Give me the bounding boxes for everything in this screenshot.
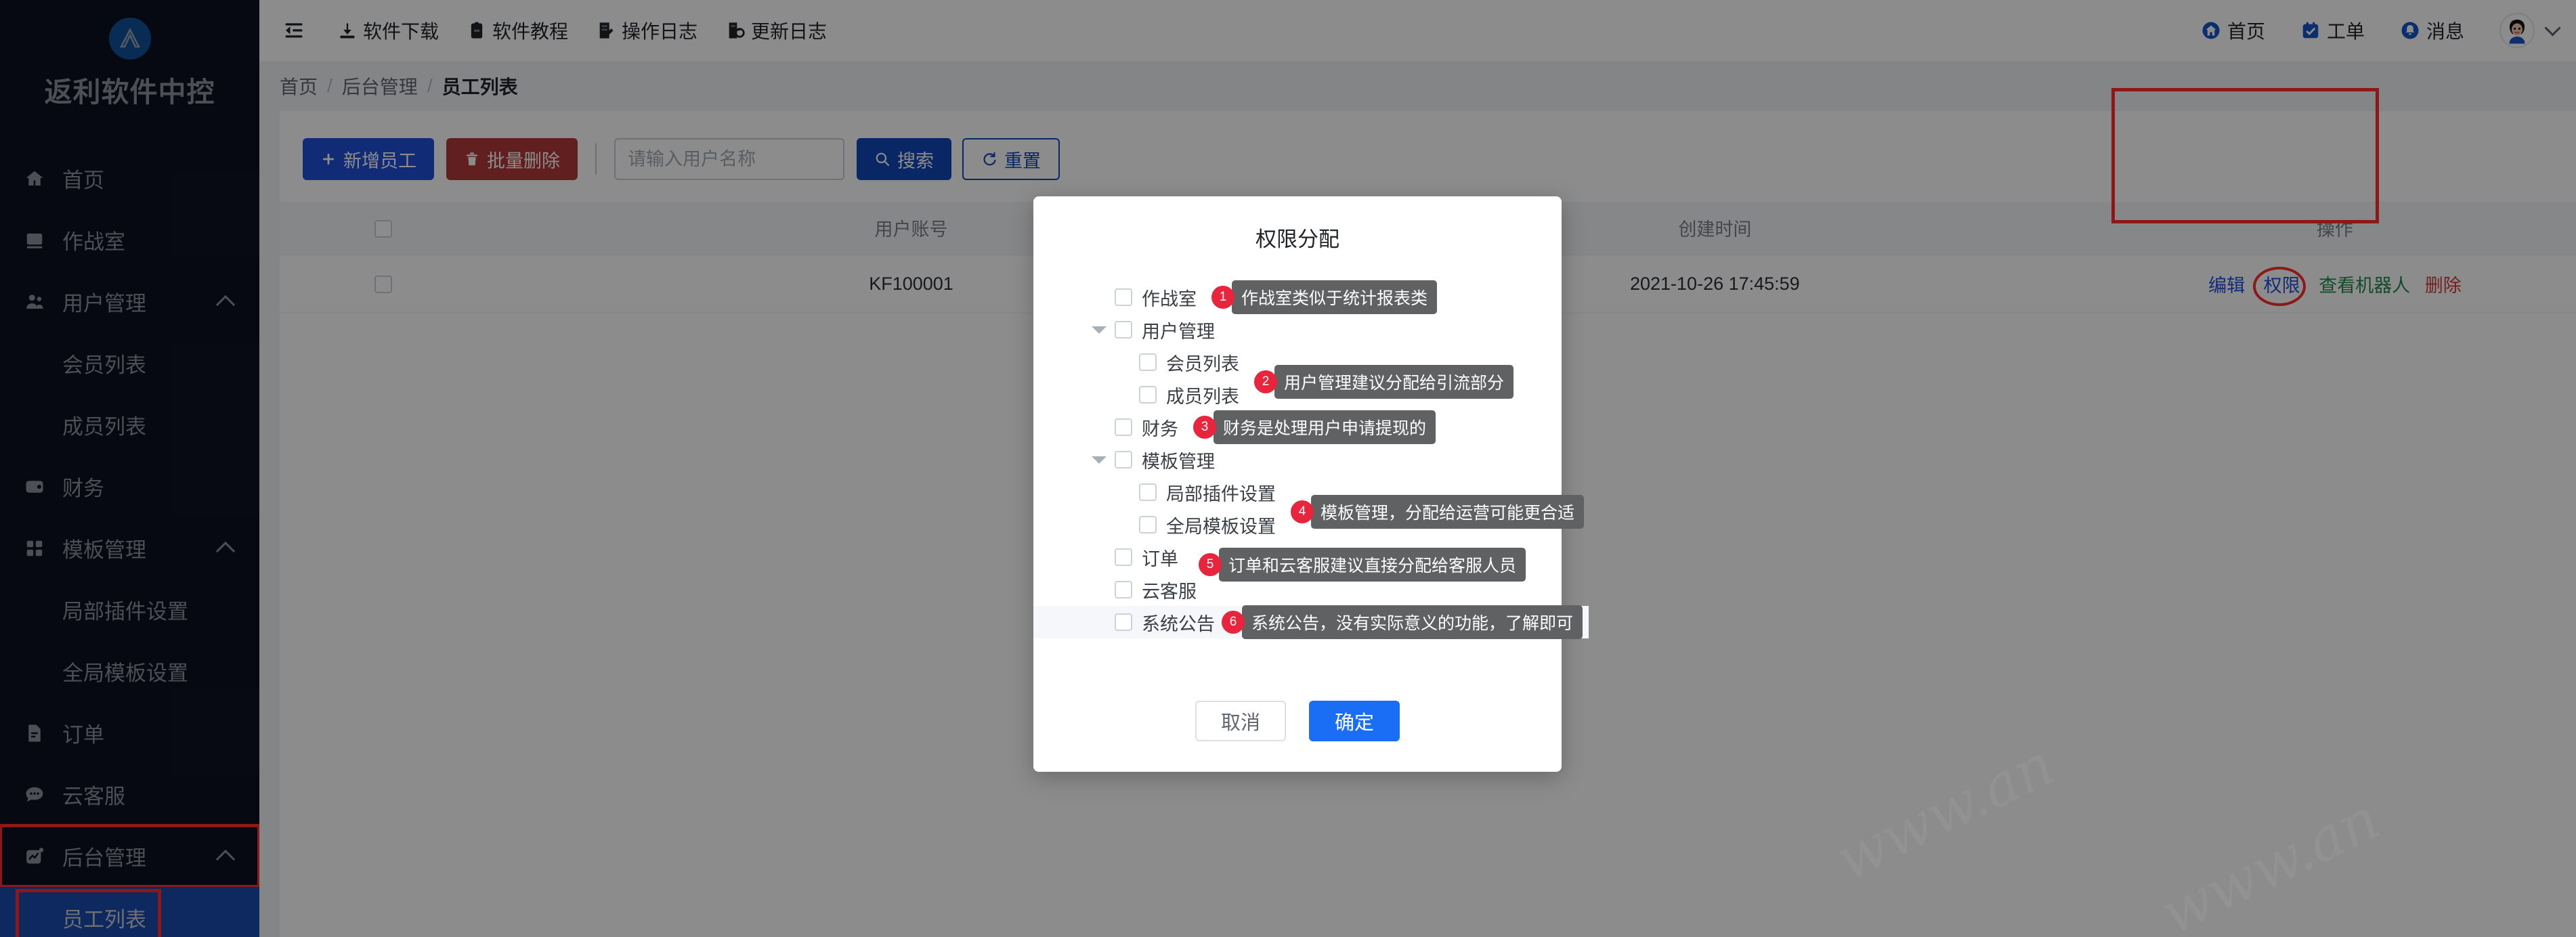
tree-node-label: 全局模板设置 [1166,516,1276,537]
tree-node-template-management[interactable]: 模板管理 [1092,443,1562,476]
tree-node-label: 财务 [1142,418,1178,439]
tree-node-label: 成员列表 [1166,386,1239,407]
annotation-badge-1: 1 [1211,286,1235,309]
tree-checkbox[interactable] [1115,613,1132,631]
modal-title: 权限分配 [1255,227,1339,251]
tree-node-user-management[interactable]: 用户管理 [1092,313,1562,346]
modal-footer: 取消 确定 [1033,670,1562,772]
tree-node-label: 会员列表 [1166,353,1239,374]
annotation-tooltip-1: 作战室类似于统计报表类 [1232,280,1438,314]
annotation-badge-5: 5 [1199,553,1222,576]
tree-node-label: 系统公告 [1142,613,1215,634]
tree-node-orders[interactable]: 订单 5 订单和云客服建议直接分配给客服人员 [1115,541,1562,582]
tree-node-label: 用户管理 [1142,321,1215,342]
tree-node-cloud-service[interactable]: 云客服 [1115,573,1562,606]
annotation-tooltip-6: 系统公告，没有实际意义的功能，了解即可 [1242,605,1583,639]
tree-node-label: 作战室 [1142,288,1197,309]
tree-checkbox[interactable] [1115,288,1132,306]
tree-node-system-announcement[interactable]: 系统公告 6 系统公告，没有实际意义的功能，了解即可 [1033,605,1589,639]
tree-checkbox[interactable] [1115,548,1132,566]
annotation-badge-4: 4 [1291,500,1314,523]
chevron-down-icon[interactable] [1092,326,1107,334]
annotation-badge-3: 3 [1193,416,1216,439]
permission-tree: 作战室 1 作战室类似于统计报表类 用户管理 会员列表 成员列表 2 用户管理建… [1033,280,1589,639]
annotation-badge-2: 2 [1254,370,1277,393]
tree-node-warroom[interactable]: 作战室 1 作战室类似于统计报表类 [1115,280,1562,314]
chevron-down-icon[interactable] [1092,456,1107,464]
watermark-text: www.an [1825,731,2065,894]
tree-node-label: 订单 [1142,548,1178,569]
annotation-tooltip-4: 模板管理，分配给运营可能更合适 [1311,495,1585,529]
tree-node-label: 云客服 [1142,581,1197,602]
tree-node-global-template-settings[interactable]: 全局模板设置 4 模板管理，分配给运营可能更合适 [1115,495,1585,541]
confirm-button[interactable]: 确定 [1309,701,1400,741]
permission-modal: 权限分配 作战室 1 作战室类似于统计报表类 用户管理 会员列表 成员列表 2 … [1033,196,1589,772]
cancel-button[interactable]: 取消 [1195,701,1286,741]
tree-checkbox[interactable] [1115,321,1132,339]
tree-node-finance[interactable]: 财务 3 财务是处理用户申请提现的 [1115,410,1562,444]
tree-checkbox[interactable] [1139,516,1157,533]
annotation-tooltip-3: 财务是处理用户申请提现的 [1214,410,1436,444]
tree-checkbox[interactable] [1139,386,1157,404]
tree-node-label: 局部插件设置 [1166,483,1276,504]
tree-checkbox[interactable] [1115,451,1132,468]
tree-checkbox[interactable] [1115,418,1132,436]
annotation-badge-6: 6 [1222,611,1245,634]
tree-node-staff-list[interactable]: 成员列表 2 用户管理建议分配给引流部分 [1115,365,1562,411]
tree-checkbox[interactable] [1115,581,1132,598]
tree-checkbox[interactable] [1139,353,1157,371]
tree-checkbox[interactable] [1139,483,1157,501]
watermark-text: www.an [2150,785,2390,937]
annotation-tooltip-2: 用户管理建议分配给引流部分 [1274,365,1514,399]
tree-node-label: 模板管理 [1142,451,1215,472]
